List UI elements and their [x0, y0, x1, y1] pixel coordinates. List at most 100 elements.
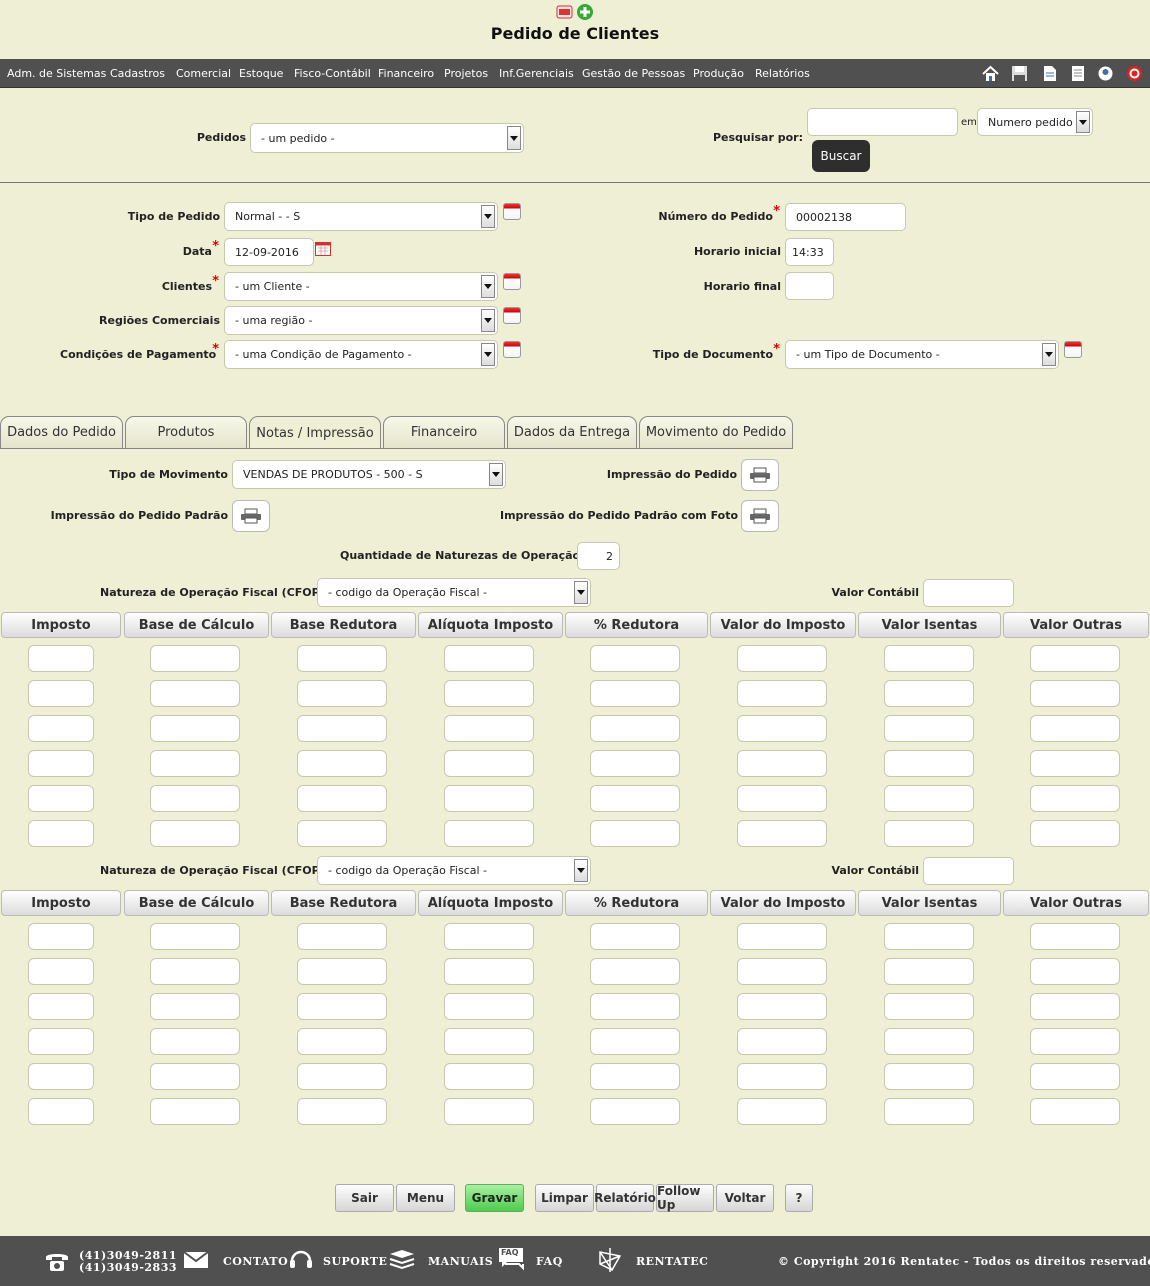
tax-cell-input[interactable]: [150, 645, 240, 672]
tax-cell-input[interactable]: [150, 785, 240, 812]
calendar-icon[interactable]: [503, 341, 521, 358]
tax-cell-input[interactable]: [1030, 750, 1120, 777]
tax-cell-input[interactable]: [150, 1098, 240, 1125]
nav-item-fisco-contabil[interactable]: Fisco-Contábil: [294, 67, 371, 80]
tax-cell-input[interactable]: [28, 715, 94, 742]
tax-cell-input[interactable]: [1030, 1063, 1120, 1090]
tax-cell-input[interactable]: [1030, 820, 1120, 847]
add-icon[interactable]: [577, 4, 593, 20]
tax-cell-input[interactable]: [297, 1063, 387, 1090]
nav-item-adm-sistemas[interactable]: Adm. de Sistemas: [7, 67, 106, 80]
tax-cell-input[interactable]: [737, 750, 827, 777]
tax-cell-input[interactable]: [737, 1028, 827, 1055]
tax-cell-input[interactable]: [444, 1098, 534, 1125]
tax-cell-input[interactable]: [737, 820, 827, 847]
tax-cell-input[interactable]: [150, 1063, 240, 1090]
tax-cell-input[interactable]: [884, 715, 974, 742]
nav-item-inf-gerenciais[interactable]: Inf.Gerenciais: [499, 67, 574, 80]
tax-cell-input[interactable]: [884, 645, 974, 672]
tax-cell-input[interactable]: [1030, 993, 1120, 1020]
tax-cell-input[interactable]: [884, 958, 974, 985]
tax-cell-input[interactable]: [444, 993, 534, 1020]
tax-cell-input[interactable]: [297, 750, 387, 777]
cfop-select-2[interactable]: - codigo da Operação Fiscal -: [317, 856, 591, 885]
valor-contabil-input-1[interactable]: [923, 579, 1014, 607]
condicoes-select[interactable]: - uma Condição de Pagamento -: [224, 340, 498, 369]
col-redutora[interactable]: % Redutora: [565, 612, 708, 638]
tax-cell-input[interactable]: [590, 923, 680, 950]
col-aliquota[interactable]: Alíquota Imposto: [418, 890, 563, 916]
tax-cell-input[interactable]: [1030, 715, 1120, 742]
tax-cell-input[interactable]: [737, 1063, 827, 1090]
tax-cell-input[interactable]: [884, 680, 974, 707]
mail-icon[interactable]: [183, 1250, 209, 1270]
print-padrao-foto-button[interactable]: [741, 500, 779, 532]
tax-cell-input[interactable]: [590, 645, 680, 672]
tax-cell-input[interactable]: [737, 680, 827, 707]
tab-dados-entrega[interactable]: Dados da Entrega: [507, 416, 637, 448]
books-icon[interactable]: [388, 1248, 416, 1272]
tax-cell-input[interactable]: [150, 680, 240, 707]
tax-cell-input[interactable]: [590, 680, 680, 707]
tax-cell-input[interactable]: [297, 785, 387, 812]
valor-contabil-input-2[interactable]: [923, 857, 1014, 885]
col-valor-isentas[interactable]: Valor Isentas: [858, 890, 1001, 916]
nav-item-projetos[interactable]: Projetos: [444, 67, 488, 80]
nav-item-estoque[interactable]: Estoque: [239, 67, 283, 80]
tax-cell-input[interactable]: [737, 923, 827, 950]
pdf-icon[interactable]: [556, 5, 573, 19]
tax-cell-input[interactable]: [444, 820, 534, 847]
print-padrao-button[interactable]: [232, 500, 270, 532]
tax-cell-input[interactable]: [590, 820, 680, 847]
buscar-button[interactable]: Buscar: [812, 140, 870, 172]
tax-cell-input[interactable]: [590, 1098, 680, 1125]
tax-cell-input[interactable]: [444, 715, 534, 742]
tax-cell-input[interactable]: [28, 645, 94, 672]
tax-cell-input[interactable]: [1030, 923, 1120, 950]
headset-icon[interactable]: [288, 1247, 314, 1273]
tax-cell-input[interactable]: [150, 1028, 240, 1055]
print-pedido-button[interactable]: [741, 459, 779, 491]
tab-dados-pedido[interactable]: Dados do Pedido: [0, 416, 123, 448]
tax-cell-input[interactable]: [150, 715, 240, 742]
gravar-button[interactable]: Gravar: [465, 1184, 524, 1212]
tax-cell-input[interactable]: [297, 993, 387, 1020]
voltar-button[interactable]: Voltar: [716, 1184, 774, 1212]
tax-cell-input[interactable]: [297, 1028, 387, 1055]
tax-cell-input[interactable]: [884, 1098, 974, 1125]
tipo-documento-select[interactable]: - um Tipo de Documento -: [785, 340, 1059, 369]
tax-cell-input[interactable]: [150, 750, 240, 777]
tax-cell-input[interactable]: [297, 680, 387, 707]
tax-cell-input[interactable]: [1030, 645, 1120, 672]
tax-cell-input[interactable]: [297, 820, 387, 847]
tax-cell-input[interactable]: [590, 958, 680, 985]
menu-button[interactable]: Menu: [396, 1184, 455, 1212]
tax-cell-input[interactable]: [297, 1098, 387, 1125]
exit-icon[interactable]: [1126, 65, 1143, 82]
regioes-select[interactable]: - uma região -: [224, 306, 498, 335]
tipo-pedido-select[interactable]: Normal - - S: [224, 202, 498, 231]
tax-cell-input[interactable]: [590, 1063, 680, 1090]
cfop-select-1[interactable]: - codigo da Operação Fiscal -: [317, 578, 591, 607]
suporte-link[interactable]: SUPORTE: [323, 1255, 387, 1268]
sair-button[interactable]: Sair: [335, 1184, 394, 1212]
tax-cell-input[interactable]: [28, 923, 94, 950]
tax-cell-input[interactable]: [884, 785, 974, 812]
tab-produtos[interactable]: Produtos: [125, 416, 247, 448]
tax-cell-input[interactable]: [884, 923, 974, 950]
tax-cell-input[interactable]: [28, 993, 94, 1020]
tax-cell-input[interactable]: [1030, 1028, 1120, 1055]
calendar-icon[interactable]: [503, 203, 521, 220]
tax-cell-input[interactable]: [737, 785, 827, 812]
col-redutora[interactable]: % Redutora: [565, 890, 708, 916]
date-picker-icon[interactable]: [315, 241, 331, 256]
horario-final-input[interactable]: [785, 272, 834, 300]
tax-cell-input[interactable]: [297, 715, 387, 742]
tax-cell-input[interactable]: [28, 1063, 94, 1090]
calendar-icon[interactable]: [503, 273, 521, 290]
col-base-redutora[interactable]: Base Redutora: [271, 890, 416, 916]
document-icon[interactable]: [1069, 65, 1086, 82]
tax-cell-input[interactable]: [884, 993, 974, 1020]
tab-financeiro[interactable]: Financeiro: [383, 416, 505, 448]
limpar-button[interactable]: Limpar: [535, 1184, 594, 1212]
